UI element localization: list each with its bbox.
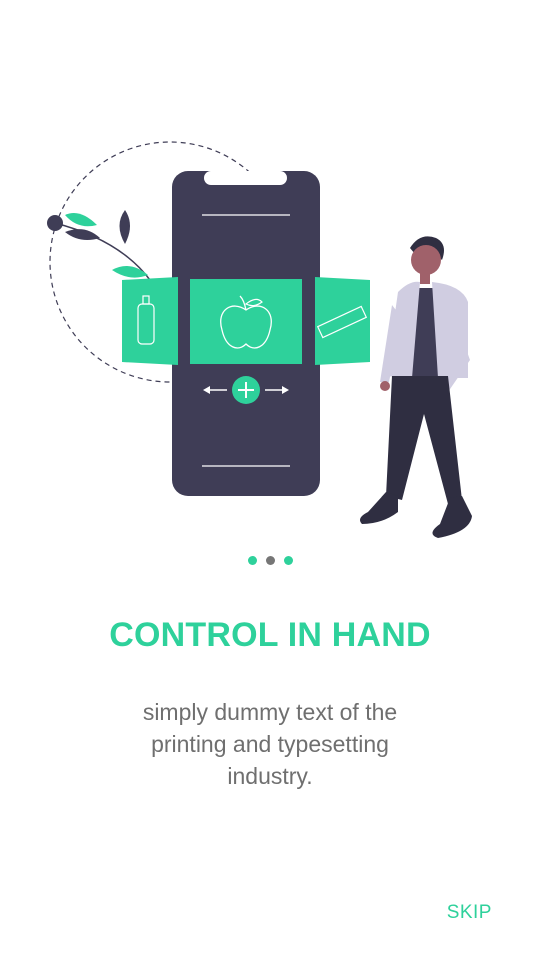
person-illustration [360,236,472,538]
onboarding-description: simply dummy text of the printing and ty… [142,699,398,789]
page-dot[interactable] [247,556,257,565]
page-dot[interactable] [283,556,293,565]
page-indicator [0,556,540,566]
product-cards [122,277,370,365]
onboarding-illustration [47,141,472,538]
onboarding-title: CONTROL IN HAND [109,616,431,654]
page-dot-active[interactable] [265,556,275,565]
skip-button[interactable]: SKIP [447,902,492,924]
plant-icon [47,210,151,281]
